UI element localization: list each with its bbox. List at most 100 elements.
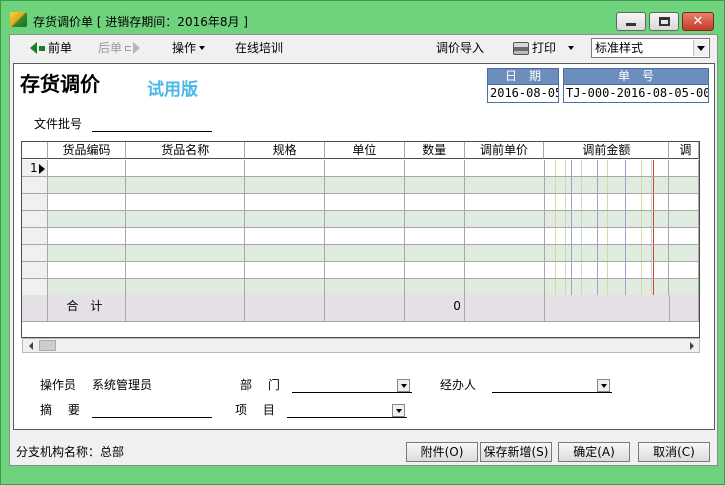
table-cell[interactable]: [47, 160, 127, 177]
table-cell[interactable]: [47, 211, 127, 228]
table-cell[interactable]: [325, 279, 405, 296]
table-cell[interactable]: [404, 211, 465, 228]
table-cell[interactable]: [325, 262, 405, 279]
online-training-link[interactable]: 在线培训: [235, 39, 283, 57]
table-cell[interactable]: [47, 228, 127, 245]
price-import-button[interactable]: 调价导入: [436, 39, 484, 57]
confirm-button[interactable]: 确定(A): [558, 442, 630, 462]
table-cell[interactable]: [325, 177, 405, 194]
table-cell[interactable]: [404, 262, 465, 279]
table-cell[interactable]: [325, 228, 405, 245]
col-header-code[interactable]: 货品编码: [47, 142, 127, 159]
dropdown-button[interactable]: [693, 40, 708, 56]
project-dropdown[interactable]: [392, 404, 405, 417]
style-select[interactable]: 标准样式: [591, 38, 710, 58]
table-row[interactable]: [22, 177, 699, 194]
table-cell[interactable]: [126, 160, 246, 177]
department-dropdown[interactable]: [397, 379, 410, 392]
operate-menu[interactable]: 操作: [172, 39, 206, 57]
table-cell[interactable]: [464, 262, 545, 279]
table-cell[interactable]: [47, 177, 127, 194]
table-cell[interactable]: [544, 245, 670, 262]
scrollbar-thumb[interactable]: [39, 340, 56, 351]
file-no-field[interactable]: [92, 131, 212, 132]
table-cell[interactable]: [669, 279, 699, 296]
summary-field[interactable]: [92, 417, 212, 418]
table-cell[interactable]: [544, 194, 670, 211]
table-cell[interactable]: [245, 245, 326, 262]
table-cell[interactable]: [404, 194, 465, 211]
table-cell[interactable]: [404, 160, 465, 177]
handler-field[interactable]: [492, 392, 612, 393]
table-cell[interactable]: [404, 177, 465, 194]
table-row[interactable]: [22, 262, 699, 279]
table-cell[interactable]: [544, 262, 670, 279]
table-cell[interactable]: [126, 194, 246, 211]
table-cell[interactable]: [464, 160, 545, 177]
table-cell[interactable]: [126, 211, 246, 228]
scroll-left-button[interactable]: [23, 339, 38, 352]
table-cell[interactable]: [126, 228, 246, 245]
table-cell[interactable]: [126, 279, 246, 296]
col-header-amount[interactable]: 调前金额: [544, 142, 670, 159]
table-cell[interactable]: [245, 160, 326, 177]
next-button[interactable]: 后单: [98, 39, 141, 57]
table-cell[interactable]: [126, 177, 246, 194]
table-cell[interactable]: [669, 262, 699, 279]
table-cell[interactable]: [544, 160, 670, 177]
table-cell[interactable]: [404, 228, 465, 245]
table-cell[interactable]: [464, 194, 545, 211]
col-header-spec[interactable]: 规格: [245, 142, 326, 159]
col-header-name[interactable]: 货品名称: [126, 142, 246, 159]
table-cell[interactable]: [245, 211, 326, 228]
col-header-more[interactable]: 调: [669, 142, 699, 159]
horizontal-scrollbar[interactable]: [22, 338, 700, 353]
table-row[interactable]: [22, 211, 699, 228]
department-field[interactable]: [292, 392, 412, 393]
title-bar[interactable]: 存货调价单 [ 进销存期间：2016年8月 ] ✕: [1, 1, 724, 35]
table-cell[interactable]: [47, 262, 127, 279]
table-cell[interactable]: [464, 245, 545, 262]
table-cell[interactable]: [245, 194, 326, 211]
table-cell[interactable]: [669, 211, 699, 228]
table-cell[interactable]: [325, 194, 405, 211]
table-cell[interactable]: [47, 279, 127, 296]
date-value[interactable]: 2016-08-05: [488, 84, 558, 102]
table-cell[interactable]: [126, 262, 246, 279]
attachment-button[interactable]: 附件(O): [406, 442, 478, 462]
table-cell[interactable]: [464, 177, 545, 194]
table-cell[interactable]: [669, 245, 699, 262]
print-menu[interactable]: 打印: [513, 39, 575, 57]
col-header-qty[interactable]: 数量: [404, 142, 465, 159]
table-cell[interactable]: [464, 211, 545, 228]
table-row[interactable]: 1: [22, 160, 699, 177]
table-cell[interactable]: [464, 228, 545, 245]
table-cell[interactable]: [404, 245, 465, 262]
col-header-unit[interactable]: 单位: [325, 142, 405, 159]
table-row[interactable]: [22, 194, 699, 211]
scroll-right-button[interactable]: [684, 339, 699, 352]
table-cell[interactable]: [404, 279, 465, 296]
table-cell[interactable]: [245, 177, 326, 194]
table-cell[interactable]: [464, 279, 545, 296]
handler-dropdown[interactable]: [597, 379, 610, 392]
table-cell[interactable]: [669, 194, 699, 211]
table-cell[interactable]: [669, 160, 699, 177]
table-cell[interactable]: [669, 228, 699, 245]
items-grid[interactable]: 货品编码 货品名称 规格 单位 数量 调前单价 调前金额 调 1 合 计 0: [21, 141, 700, 338]
table-cell[interactable]: [544, 211, 670, 228]
table-row[interactable]: [22, 228, 699, 245]
table-row[interactable]: [22, 245, 699, 262]
maximize-button[interactable]: [649, 12, 679, 31]
table-cell[interactable]: [245, 279, 326, 296]
project-field[interactable]: [287, 417, 407, 418]
prev-button[interactable]: 前单: [30, 39, 72, 57]
table-cell[interactable]: [544, 228, 670, 245]
table-cell[interactable]: [325, 245, 405, 262]
close-button[interactable]: ✕: [682, 12, 714, 31]
col-header-price[interactable]: 调前单价: [464, 142, 545, 159]
table-cell[interactable]: [47, 245, 127, 262]
table-cell[interactable]: [544, 279, 670, 296]
table-cell[interactable]: [544, 177, 670, 194]
table-cell[interactable]: [47, 194, 127, 211]
